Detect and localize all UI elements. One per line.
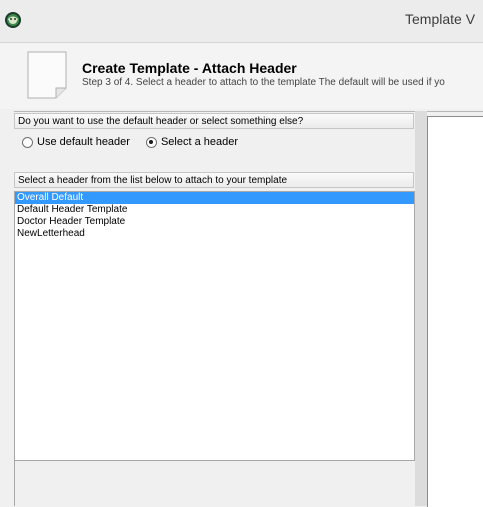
wizard-title: Create Template - Attach Header [82, 60, 297, 76]
use-default-header-label[interactable]: Use default header [37, 136, 130, 148]
wizard-header [0, 43, 483, 109]
document-icon [27, 51, 67, 99]
lower-panel [14, 461, 416, 506]
window-title: Template V [405, 11, 476, 27]
left-margin [0, 111, 14, 506]
app-logo-icon [5, 12, 21, 28]
title-bar[interactable]: Template V [0, 0, 483, 43]
header-divider [14, 111, 483, 112]
list-item[interactable]: Overall Default [15, 192, 414, 204]
header-preview-pane [427, 116, 483, 507]
header-listbox[interactable]: Overall Default Default Header Template … [14, 191, 415, 461]
select-header-label[interactable]: Select a header [161, 136, 238, 148]
wizard-step-description: Step 3 of 4. Select a header to attach t… [82, 77, 445, 88]
select-header-radio[interactable] [145, 136, 157, 148]
header-list-label: Select a header from the list below to a… [14, 172, 414, 188]
header-choice-label: Do you want to use the default header or… [14, 113, 414, 129]
list-item[interactable]: Doctor Header Template [15, 216, 414, 228]
panel-splitter[interactable] [415, 111, 427, 506]
list-item[interactable]: NewLetterhead [15, 228, 414, 240]
use-default-header-radio[interactable] [22, 136, 33, 148]
list-item[interactable]: Default Header Template [15, 204, 414, 216]
header-choice-radio-group: Use default header Select a header [14, 133, 246, 151]
